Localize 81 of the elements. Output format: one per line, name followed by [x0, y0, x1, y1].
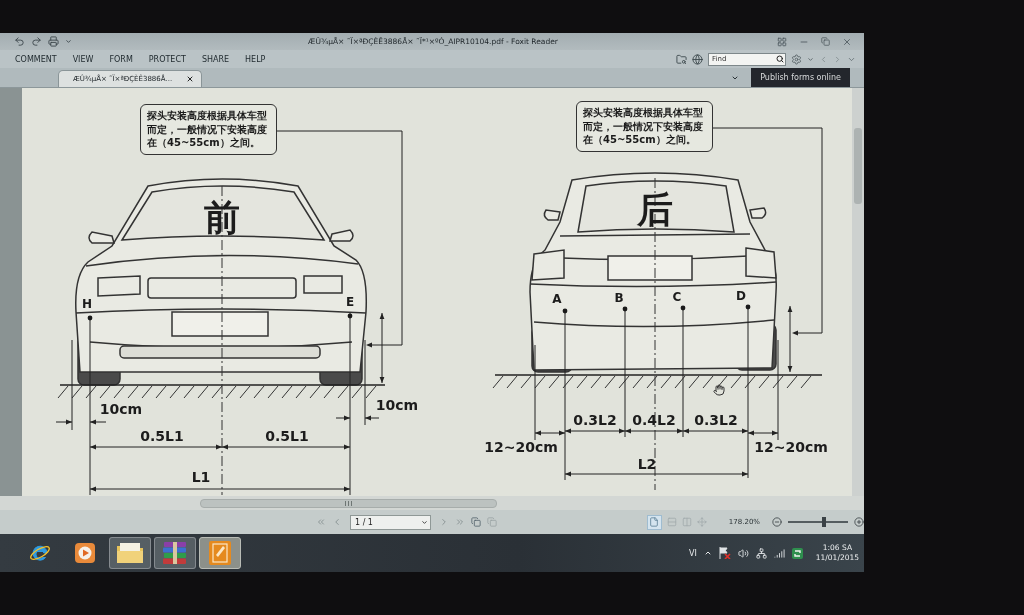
- folder-search-icon[interactable]: [676, 53, 687, 65]
- first-page-icon[interactable]: [316, 517, 326, 527]
- measure-point-icon: [745, 304, 751, 310]
- signal-icon[interactable]: [773, 547, 785, 559]
- dimension-label: L1: [191, 469, 211, 485]
- publish-button[interactable]: Publish forms online: [751, 68, 850, 87]
- dimension-label: 0.3L2: [573, 412, 617, 428]
- last-page-icon[interactable]: [454, 517, 465, 527]
- dimension-label: 12~20cm: [754, 439, 828, 455]
- dimension-label: 10cm: [375, 397, 419, 413]
- measure-point-icon: [622, 306, 628, 312]
- caret-icon[interactable]: [65, 38, 72, 45]
- redo-icon[interactable]: [31, 36, 42, 47]
- settings-icon[interactable]: [791, 53, 802, 65]
- dimension-label: 12~20cm: [484, 439, 558, 455]
- zoom-in-icon[interactable]: [854, 517, 864, 527]
- callout-note: 探头安装高度根据具体车型而定，一般情况下安装高度在（45~55cm）之间。: [140, 104, 277, 155]
- speaker-icon[interactable]: [737, 547, 749, 559]
- rows-icon[interactable]: [666, 517, 677, 527]
- language-indicator[interactable]: VI: [688, 548, 697, 558]
- menu-item[interactable]: COMMENT: [15, 54, 57, 64]
- point-label: E: [345, 295, 355, 309]
- dimension-label: 0.5L1: [265, 428, 309, 444]
- undo-icon[interactable]: [14, 36, 25, 47]
- point-label: D: [736, 289, 746, 303]
- dimension-arrow: [55, 419, 107, 425]
- previous-page-icon[interactable]: [332, 517, 342, 527]
- dimension-arrow: [335, 415, 380, 421]
- columns-icon[interactable]: [681, 517, 692, 527]
- sync-icon[interactable]: [791, 547, 803, 559]
- menu-item[interactable]: PROTECT: [148, 54, 186, 64]
- height-dimension-arrow: [379, 312, 385, 384]
- point-label: B: [614, 291, 624, 305]
- back-icon[interactable]: [819, 54, 828, 64]
- restore-icon[interactable]: [821, 37, 830, 46]
- menu-item[interactable]: VIEW: [72, 54, 94, 64]
- scrollbar-grip-icon: [345, 500, 352, 506]
- point-label: C: [672, 290, 682, 304]
- measure-point-icon: [680, 305, 686, 311]
- menu-item[interactable]: FORM: [109, 54, 133, 64]
- dimension-label: L2: [637, 456, 657, 472]
- dimension-label: 0.5L1: [140, 428, 184, 444]
- view-title: 后: [637, 189, 673, 230]
- hand-cursor-icon: [713, 384, 725, 396]
- search-icon[interactable]: [776, 54, 784, 63]
- books-stack-icon: [163, 542, 187, 564]
- copy-icon[interactable]: [470, 517, 481, 527]
- page-field[interactable]: 1 / 1: [350, 514, 431, 530]
- flag-icon[interactable]: [718, 547, 731, 559]
- menu-item[interactable]: HELP: [245, 54, 266, 64]
- measure-point-icon: [87, 315, 93, 321]
- measure-point-icon: [347, 313, 353, 319]
- print-icon[interactable]: [48, 36, 59, 47]
- dimension-label: 0.3L2: [694, 412, 738, 428]
- network-icon[interactable]: [755, 547, 767, 559]
- grid-icon[interactable]: [777, 36, 787, 47]
- globe-icon[interactable]: [692, 53, 703, 65]
- folder-icon: [117, 543, 143, 563]
- dimension-label: 0.4L2: [632, 412, 676, 428]
- point-label: H: [82, 297, 92, 311]
- menu-item[interactable]: SHARE: [201, 54, 230, 64]
- vertical-scrollbar[interactable]: [852, 88, 864, 496]
- callout-note: 探头安装高度根据具体车型而定，一般情况下安装高度在（45~55cm）之间。: [576, 101, 713, 152]
- tray-expand-icon[interactable]: [703, 549, 712, 557]
- caret-icon[interactable]: [420, 518, 428, 526]
- copy-icon[interactable]: [486, 517, 497, 527]
- dimension-label: 10cm: [99, 401, 143, 417]
- move-icon[interactable]: [696, 517, 707, 527]
- forward-icon[interactable]: [833, 54, 842, 64]
- measure-point-icon: [562, 308, 568, 314]
- zoom-out-icon[interactable]: [772, 517, 782, 527]
- view-title: 前: [204, 197, 240, 238]
- scrollbar-thumb[interactable]: [200, 498, 497, 508]
- slider-thumb[interactable]: [822, 517, 826, 527]
- horizontal-scrollbar[interactable]: [0, 496, 864, 510]
- document-icon: [209, 541, 231, 565]
- point-label: A: [552, 292, 562, 306]
- media-player-icon: [75, 543, 95, 563]
- close-icon[interactable]: [186, 75, 195, 83]
- height-dimension-arrow: [787, 305, 793, 373]
- scrollbar-thumb[interactable]: [854, 128, 862, 204]
